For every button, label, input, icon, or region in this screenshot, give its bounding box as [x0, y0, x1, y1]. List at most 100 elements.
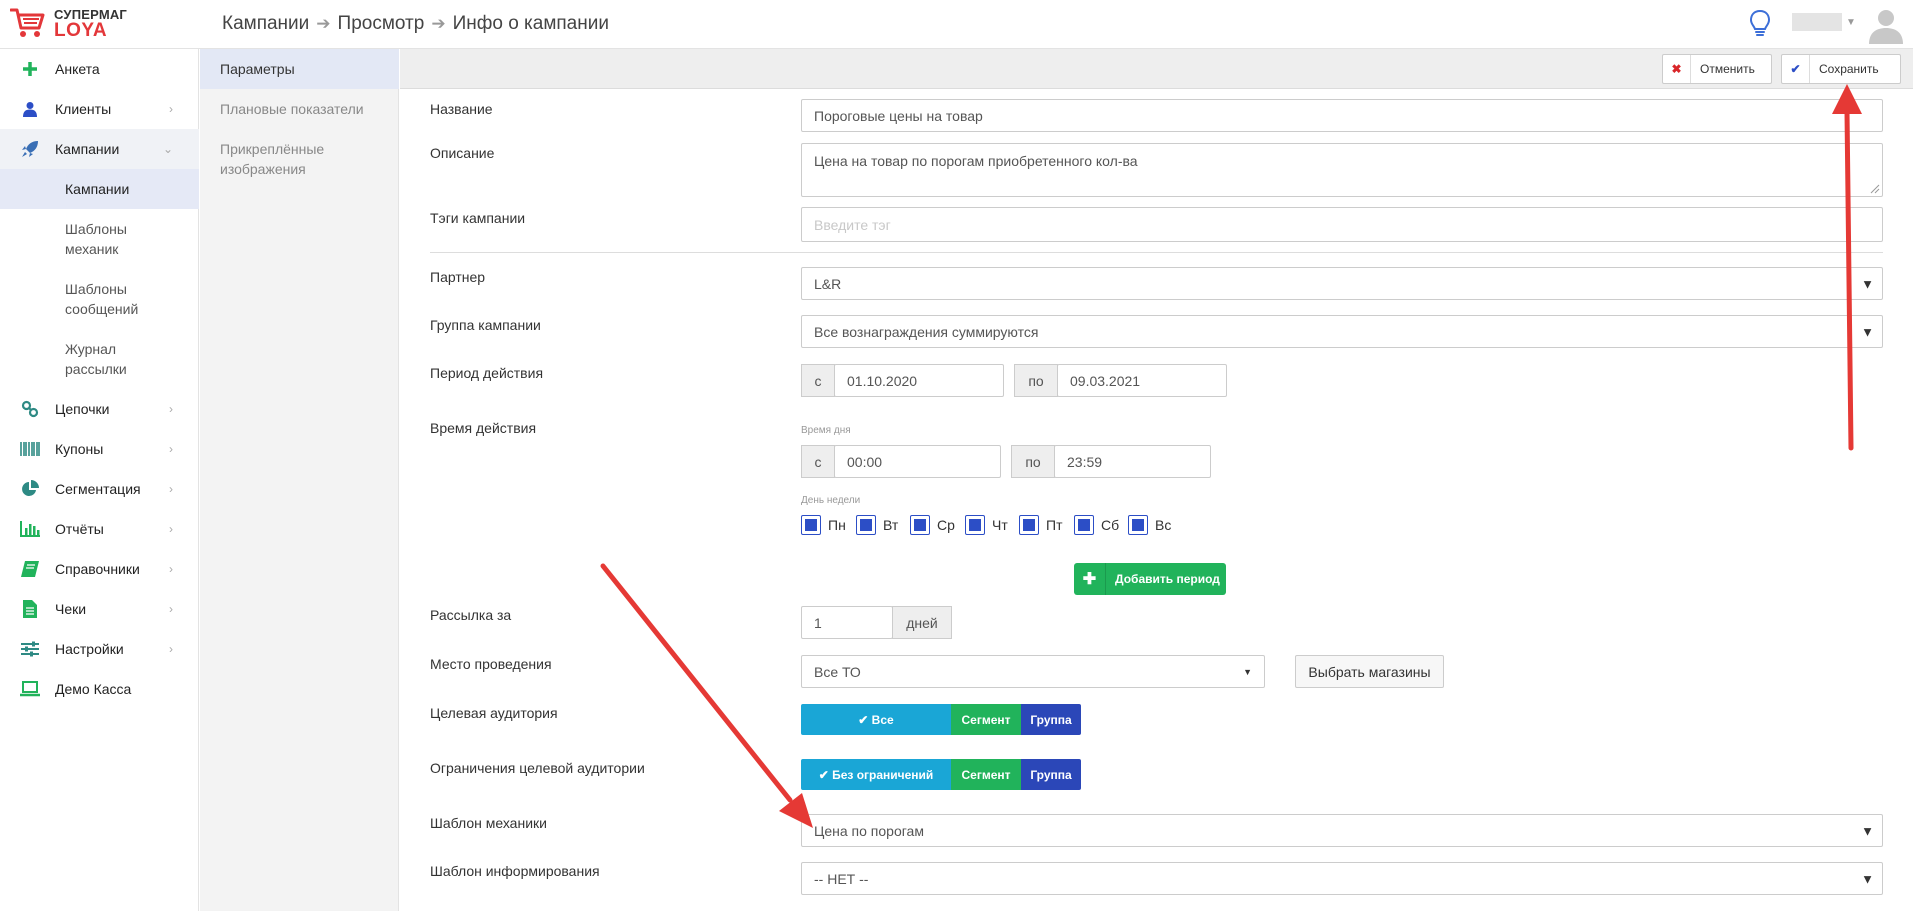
breadcrumb-item-view[interactable]: Просмотр [338, 13, 425, 35]
checkbox[interactable] [910, 515, 930, 535]
mechanic-label: Шаблон механики [430, 815, 547, 831]
time-from-input[interactable]: 00:00 [834, 445, 1001, 478]
sidebar-item-receipts[interactable]: Чеки › [0, 589, 199, 629]
restrictions-option-segment[interactable]: Сегмент [951, 759, 1021, 790]
checkbox[interactable] [1019, 515, 1039, 535]
tags-label: Тэги кампании [430, 210, 526, 226]
weekday-label: Чт [992, 517, 1008, 533]
sidebar-item-label: Анкета [55, 61, 100, 77]
time-to-input[interactable]: 23:59 [1054, 445, 1211, 478]
chevron-right-icon: › [169, 602, 173, 616]
restrictions-label: Ограничения целевой аудитории [430, 760, 645, 776]
choose-stores-button[interactable]: Выбрать магазины [1295, 655, 1444, 688]
tab-parameters[interactable]: Параметры [200, 49, 399, 89]
sidebar-item-clients[interactable]: Клиенты › [0, 89, 199, 129]
sidebar-subitem-label: Кампании [65, 181, 130, 197]
checkbox[interactable] [1128, 515, 1148, 535]
description-textarea[interactable]: Цена на товар по порогам приобретенного … [801, 143, 1883, 197]
period-from-input[interactable]: 01.10.2020 [834, 364, 1004, 397]
checkbox[interactable] [965, 515, 985, 535]
sidebar-item-segmentation[interactable]: Сегментация › [0, 469, 199, 509]
caret-down-icon: ▼ [1861, 276, 1874, 291]
weekday-thursday[interactable]: Чт [965, 515, 1008, 535]
sidebar-item-reports[interactable]: Отчёты › [0, 509, 199, 549]
arrow-right-icon: ➔ [431, 14, 446, 33]
group-select[interactable]: Все вознаграждения суммируются ▼ [801, 315, 1883, 348]
place-select-value: Все ТО [814, 663, 861, 680]
checkbox[interactable] [1074, 515, 1094, 535]
weekday-wednesday[interactable]: Ср [910, 515, 955, 535]
time-from-prefix: с [801, 445, 835, 478]
audience-option-group[interactable]: Группа [1021, 704, 1081, 735]
checkbox[interactable] [856, 515, 876, 535]
caret-down-icon: ▼ [1861, 324, 1874, 339]
cancel-button-label: Отменить [1700, 62, 1755, 76]
sidebar-item-label: Демо Касса [55, 681, 132, 697]
tab-plan-indicators[interactable]: Плановые показатели [200, 89, 399, 129]
resize-handle-icon[interactable] [1870, 184, 1880, 194]
document-icon [20, 599, 40, 619]
sidebar-item-questionnaire[interactable]: Анкета [0, 49, 199, 89]
sidebar-item-label: Отчёты [55, 521, 104, 537]
audience-option-segment[interactable]: Сегмент [951, 704, 1021, 735]
chevron-right-icon: › [169, 562, 173, 576]
main-content: ✖ Отменить ✔ Сохранить Название Пороговы… [400, 49, 1913, 911]
weekday-label: Вт [883, 517, 899, 533]
chevron-right-icon: › [169, 522, 173, 536]
sidebar-item-campaigns[interactable]: Кампании ⌄ [0, 129, 199, 169]
app-logo[interactable]: СУПЕРМАГ LOYA [10, 4, 190, 44]
audience-toggle-group: ✔ Все Сегмент Группа [801, 704, 1081, 735]
mailing-days-input[interactable]: 1 [801, 606, 893, 639]
sidebar-item-references[interactable]: Справочники › [0, 549, 199, 589]
sidebar-item-coupons[interactable]: Купоны › [0, 429, 199, 469]
breadcrumb: Кампании ➔ Просмотр ➔ Инфо о кампании [222, 13, 609, 35]
user-icon [20, 99, 40, 119]
chevron-right-icon: › [169, 482, 173, 496]
place-select[interactable]: Все ТО ▼ [801, 655, 1265, 688]
mailing-label: Рассылка за [430, 607, 512, 623]
sidebar-item-demo-cash[interactable]: Демо Касса [0, 669, 199, 709]
lightbulb-icon[interactable] [1748, 9, 1772, 39]
sidebar-item-label: Сегментация [55, 481, 141, 497]
tab-label: Прикреплённые изображения [220, 141, 325, 177]
sidebar-item-settings[interactable]: Настройки › [0, 629, 199, 669]
restrictions-option-none[interactable]: ✔ Без ограничений [801, 759, 951, 790]
weekday-friday[interactable]: Пт [1019, 515, 1062, 535]
cancel-button[interactable]: ✖ Отменить [1662, 54, 1772, 84]
mailing-days-value: 1 [814, 614, 822, 631]
partner-label: Партнер [430, 269, 486, 285]
tab-label: Параметры [220, 61, 295, 77]
sidebar-subitem-mechanic-templates[interactable]: Шаблоны механик [0, 209, 199, 269]
user-name[interactable] [1792, 13, 1842, 31]
weekday-monday[interactable]: Пн [801, 515, 846, 535]
sidebar-subitem-mailing-log[interactable]: Журнал рассылки [0, 329, 199, 389]
sidebar-item-chains[interactable]: Цепочки › [0, 389, 199, 429]
partner-select[interactable]: L&R ▼ [801, 267, 1883, 300]
tags-input[interactable]: Введите тэг [801, 207, 1883, 242]
breadcrumb-item-campaigns[interactable]: Кампании [222, 13, 309, 35]
info-select[interactable]: -- НЕТ -- ▼ [801, 862, 1883, 895]
chevron-down-icon: ⌄ [162, 142, 173, 156]
period-to-input[interactable]: 09.03.2021 [1057, 364, 1227, 397]
mechanic-select[interactable]: Цена по порогам ▼ [801, 814, 1883, 847]
save-button[interactable]: ✔ Сохранить [1781, 54, 1901, 84]
plus-icon: ✚ [1074, 563, 1106, 595]
time-to-prefix: по [1011, 445, 1055, 478]
restrictions-option-group[interactable]: Группа [1021, 759, 1081, 790]
avatar[interactable] [1866, 4, 1906, 44]
tab-attached-images[interactable]: Прикреплённые изображения [200, 129, 399, 189]
weekday-label: Пт [1046, 517, 1063, 533]
name-input[interactable]: Пороговые цены на товар [801, 99, 1883, 132]
sidebar-subitem-campaigns[interactable]: Кампании [0, 169, 199, 209]
weekday-sunday[interactable]: Вс [1128, 515, 1171, 535]
chevron-right-icon: › [169, 642, 173, 656]
checkbox[interactable] [801, 515, 821, 535]
name-label: Название [430, 101, 493, 117]
sidebar-subitem-message-templates[interactable]: Шаблоны сообщений [0, 269, 199, 329]
audience-option-all[interactable]: ✔ Все [801, 704, 951, 735]
weekday-saturday[interactable]: Сб [1074, 515, 1119, 535]
add-period-button[interactable]: ✚ Добавить период [1074, 563, 1226, 595]
weekday-tuesday[interactable]: Вт [856, 515, 898, 535]
caret-down-icon[interactable]: ▼ [1846, 17, 1856, 28]
period-to-prefix: по [1014, 364, 1058, 397]
